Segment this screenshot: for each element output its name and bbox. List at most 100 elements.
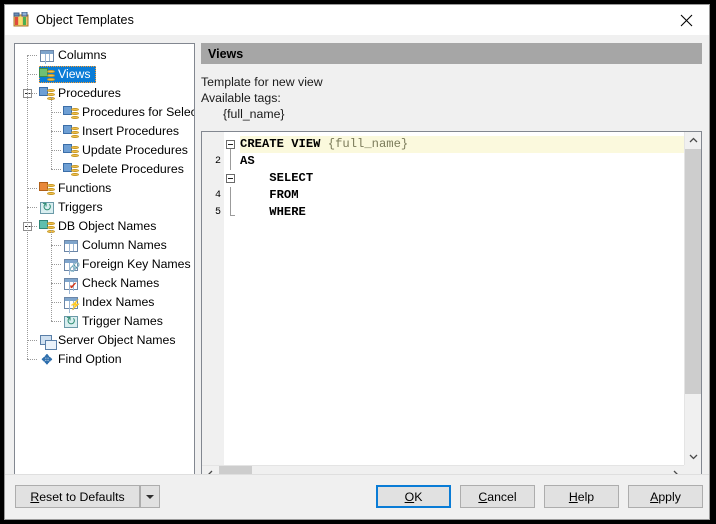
table-icon: [63, 238, 79, 254]
tree-item-find-option[interactable]: ✥ Find Option: [15, 350, 194, 369]
apply-button[interactable]: Apply: [628, 485, 703, 508]
dialog-footer: Reset to Defaults OK Cancel Help Apply: [5, 474, 709, 519]
code-fold-end-tick: [230, 215, 235, 216]
tree-item-columns[interactable]: Columns: [15, 46, 194, 65]
procedure-db-icon: [63, 162, 79, 178]
tree-guide-stub: [51, 321, 61, 322]
line-number: 2: [214, 156, 221, 167]
tree-guide-stub: [51, 131, 61, 132]
help-rest: elp: [577, 489, 595, 504]
tree-guide-stub: [51, 150, 61, 151]
tree-guide-stub: [51, 264, 61, 265]
tree-guide-stub: [27, 340, 37, 341]
code-line[interactable]: CREATE VIEW {full_name}: [240, 136, 684, 153]
cancel-label: Cancel: [478, 490, 516, 504]
reset-to-defaults-dropdown[interactable]: [140, 485, 160, 508]
help-mnemonic: H: [568, 489, 578, 504]
object-templates-icon: [13, 11, 29, 28]
tree-items-container: Columns Views Procedures Procedures for Sel…: [15, 44, 194, 369]
tree-item-functions[interactable]: Functions: [15, 179, 194, 198]
tree-item-server-object-names[interactable]: Server Object Names: [15, 331, 194, 350]
tree-item-label: Server Object Names: [58, 333, 176, 347]
close-icon[interactable]: [663, 5, 709, 35]
tree-item-trigger-names[interactable]: Trigger Names: [15, 312, 194, 331]
procedure-db-icon: [63, 105, 79, 121]
editor-body[interactable]: 2 45 CREATE VIEW {full_name} AS SELECT FR…: [202, 132, 684, 465]
tree-item-label: Functions: [58, 181, 112, 195]
tree-item-procedures-for-select[interactable]: Procedures for Select: [15, 103, 194, 122]
tree-item-index-names[interactable]: Index Names: [15, 293, 194, 312]
apply-rest: pply: [658, 489, 681, 504]
chevron-down-icon[interactable]: [685, 448, 701, 465]
tree-item-procedures[interactable]: Procedures: [15, 84, 194, 103]
help-button[interactable]: Help: [544, 485, 619, 508]
tree-item-label: Delete Procedures: [82, 162, 184, 176]
description-line-2: Available tags:: [201, 91, 281, 105]
index-icon: [63, 295, 79, 311]
tree-guide-stub: [27, 55, 37, 56]
reset-rest: eset to Defaults: [39, 489, 125, 504]
tree-item-db-object-names[interactable]: DB Object Names: [15, 217, 194, 236]
editor-vertical-scrollbar[interactable]: [684, 132, 701, 465]
tree-item-label: Procedures for Select: [82, 105, 195, 119]
tree-item-label: Check Names: [82, 276, 160, 290]
tree-guide-stub: [51, 302, 61, 303]
chevron-up-icon[interactable]: [685, 132, 701, 149]
code-line[interactable]: FROM: [240, 187, 684, 204]
tree-item-check-names[interactable]: Check Names: [15, 274, 194, 293]
dialog-content: Columns Views Procedures Procedures for Sel…: [5, 35, 709, 483]
title-bar: Object Templates: [5, 5, 709, 35]
tree-item-delete-procedures[interactable]: Delete Procedures: [15, 160, 194, 179]
ok-label: OK: [405, 490, 423, 504]
code-line[interactable]: SELECT: [240, 170, 684, 187]
line-number: 5: [214, 207, 221, 218]
object-types-tree[interactable]: Columns Views Procedures Procedures for Sel…: [14, 43, 195, 483]
tree-guide-stub: [27, 74, 37, 75]
available-tag: {full_name}: [223, 107, 285, 121]
check-icon: [63, 276, 79, 292]
tree-item-label: Column Names: [82, 238, 167, 252]
tree-guide-stub: [27, 188, 37, 189]
code-line[interactable]: AS: [240, 153, 684, 170]
template-code-editor[interactable]: 2 45 CREATE VIEW {full_name} AS SELECT FR…: [201, 131, 702, 483]
code-keyword: SELECT: [240, 171, 314, 185]
code-text[interactable]: CREATE VIEW {full_name} AS SELECT FROM WH…: [240, 136, 684, 221]
ok-mnemonic: O: [404, 489, 415, 504]
ok-button[interactable]: OK: [376, 485, 451, 508]
tree-item-insert-procedures[interactable]: Insert Procedures: [15, 122, 194, 141]
tree-item-label: Columns: [58, 48, 107, 62]
code-fold-column[interactable]: [224, 132, 240, 465]
code-keyword: CREATE VIEW: [240, 137, 328, 151]
tree-item-foreign-key-names[interactable]: Foreign Key Names: [15, 255, 194, 274]
tree-guide-stub: [51, 112, 61, 113]
vertical-scroll-thumb[interactable]: [685, 149, 701, 394]
object-templates-dialog: Object Templates Columns Views Procedures P…: [4, 4, 710, 520]
tree-item-label: Views: [58, 67, 91, 81]
tree-item-label: Trigger Names: [82, 314, 163, 328]
details-panel: Views Template for new view Available ta…: [201, 43, 702, 483]
function-db-icon: [39, 181, 55, 197]
tree-item-triggers[interactable]: Triggers: [15, 198, 194, 217]
code-fold-collapse-icon[interactable]: [226, 140, 235, 149]
tree-item-column-names[interactable]: Column Names: [15, 236, 194, 255]
tree-item-views[interactable]: Views: [15, 65, 194, 84]
tree-guide-stub: [27, 359, 37, 360]
server-icon: [39, 333, 57, 350]
tree-guide-stub: [27, 93, 37, 94]
line-number-gutter: 2 4 5: [202, 132, 224, 465]
line-number: [202, 170, 224, 187]
trigger-icon: [63, 314, 79, 330]
cancel-rest: ancel: [487, 489, 517, 504]
tree-guide-child: [51, 97, 52, 169]
foreign-key-icon: [63, 257, 79, 273]
template-description: Template for new view Available tags: {f…: [201, 64, 702, 122]
tree-guide-stub: [51, 283, 61, 284]
reset-to-defaults-button[interactable]: Reset to Defaults: [15, 485, 140, 508]
cancel-button[interactable]: Cancel: [460, 485, 535, 508]
cancel-mnemonic: C: [478, 489, 488, 504]
code-line[interactable]: WHERE: [240, 204, 684, 221]
tree-item-update-procedures[interactable]: Update Procedures: [15, 141, 194, 160]
description-line-1: Template for new view: [201, 75, 323, 89]
code-fold-collapse-icon[interactable]: [226, 174, 235, 183]
procedure-db-icon: [39, 86, 55, 102]
